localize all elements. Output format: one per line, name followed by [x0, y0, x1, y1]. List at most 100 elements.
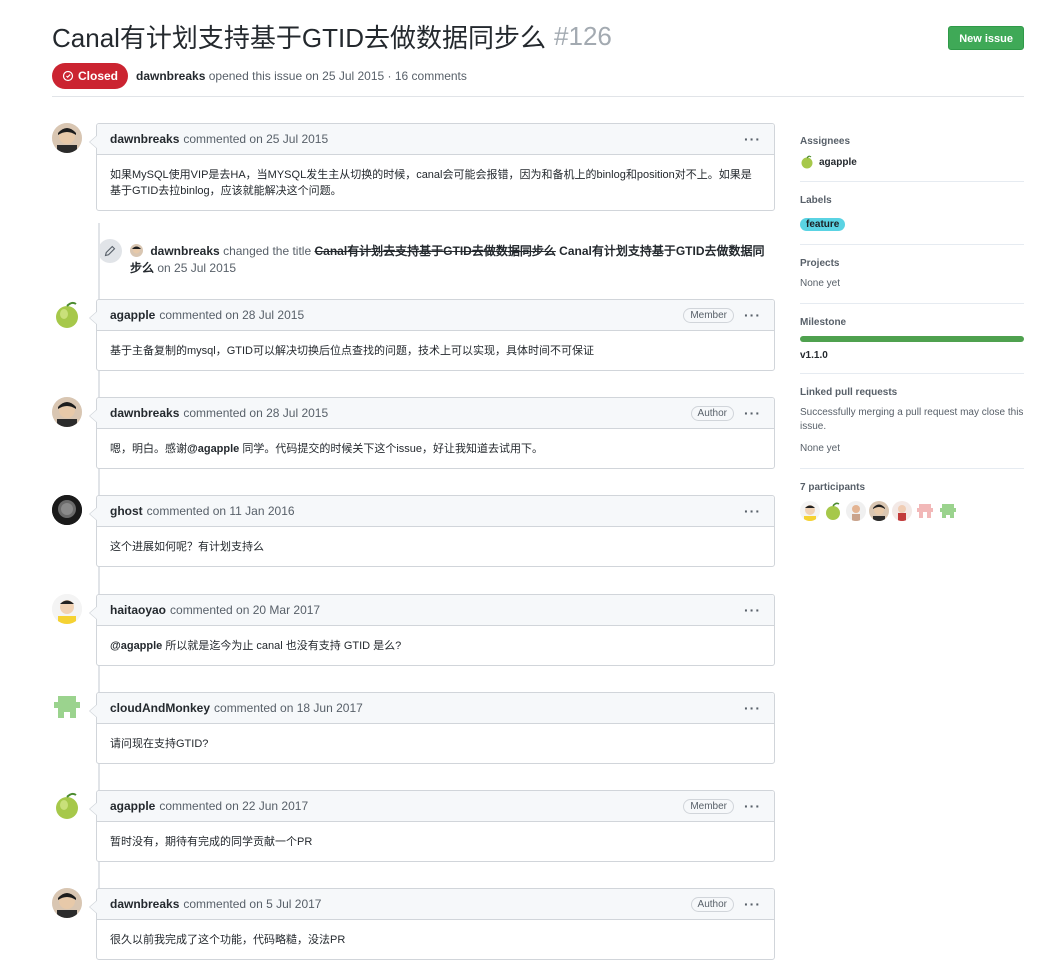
comment-header: dawnbreaks commented on 5 Jul 2017 Autho… [97, 889, 774, 920]
more-options-icon[interactable]: ··· [744, 131, 761, 147]
comment-header: dawnbreaks commented on 28 Jul 2015 Auth… [97, 398, 774, 429]
more-options-icon[interactable]: ··· [744, 896, 761, 912]
avatar[interactable] [892, 501, 912, 521]
avatar [800, 155, 814, 169]
comment-header: dawnbreaks commented on 25 Jul 2015 ··· [97, 124, 774, 155]
comment-text: 所以就是迄今为止 canal 也没有支持 GTID 是么? [162, 640, 402, 652]
avatar[interactable] [52, 594, 82, 624]
comment-timestamp[interactable]: commented on 18 Jun 2017 [214, 701, 363, 715]
projects-heading[interactable]: Projects [800, 258, 1024, 269]
avatar[interactable] [52, 397, 82, 427]
issue-closed-icon [62, 70, 74, 82]
more-options-icon[interactable]: ··· [744, 503, 761, 519]
comment-body: 基于主备复制的mysql，GTID可以解决切换后位点查找的问题，技术上可以实现，… [110, 345, 594, 357]
avatar[interactable] [800, 501, 820, 521]
more-options-icon[interactable]: ··· [744, 602, 761, 618]
comment-header: haitaoyao commented on 20 Mar 2017 ··· [97, 595, 774, 626]
avatar[interactable] [938, 501, 958, 521]
comment-author[interactable]: agapple [110, 308, 155, 322]
comment-box: cloudAndMonkey commented on 18 Jun 2017 … [89, 692, 775, 764]
avatar[interactable] [52, 123, 82, 153]
comment-body: 请问现在支持GTID? [110, 738, 209, 750]
comment-text: 嗯，明白。感谢 [110, 443, 187, 455]
event-actor[interactable]: dawnbreaks [150, 244, 219, 258]
participants-section: 7 participants [800, 469, 1024, 533]
projects-section: Projects None yet [800, 245, 1024, 304]
comment-author[interactable]: agapple [110, 799, 155, 813]
old-title: Canal有计划去支持基于GTID去做数据同步么 [314, 244, 556, 258]
issue-opener-link[interactable]: dawnbreaks [136, 69, 205, 83]
avatar[interactable] [52, 299, 82, 329]
comment-timestamp[interactable]: commented on 11 Jan 2016 [147, 504, 295, 518]
assignee[interactable]: agapple [800, 155, 1024, 169]
assignees-section: Assignees agapple [800, 123, 1024, 182]
issue-meta-text: opened this issue on 25 Jul 2015 · 16 co… [208, 69, 467, 83]
comment-body: 这个进展如何呢？有计划支持么 [110, 541, 264, 553]
user-mention-link[interactable]: @agapple [110, 640, 162, 652]
linked-prs-heading: Linked pull requests [800, 387, 898, 398]
comment-author[interactable]: ghost [110, 504, 143, 518]
comment-text: 同学。代码提交的时候关下这个issue，好让我知道去试用下。 [239, 443, 544, 455]
linked-prs-value: None yet [800, 443, 841, 454]
comment-body: 暂时没有，期待有完成的同学贡献一个PR [110, 836, 313, 848]
avatar[interactable] [130, 244, 143, 257]
comment-timestamp[interactable]: commented on 5 Jul 2017 [183, 897, 321, 911]
comment-body: @agapple 所以就是迄今为止 canal 也没有支持 GTID 是么? [97, 626, 774, 666]
comment-author[interactable]: dawnbreaks [110, 132, 179, 146]
avatar[interactable] [846, 501, 866, 521]
role-badge: Author [690, 405, 734, 421]
comment-header: agapple commented on 22 Jun 2017 Member … [97, 791, 774, 822]
header-divider [52, 96, 1024, 97]
more-options-icon[interactable]: ··· [744, 405, 761, 421]
avatar[interactable] [52, 888, 82, 918]
assignees-heading[interactable]: Assignees [800, 136, 1024, 147]
milestone-section: Milestone v1.1.0 [800, 304, 1024, 374]
avatar[interactable] [869, 501, 889, 521]
issue-title: Canal有计划支持基于GTID去做数据同步么 [52, 22, 547, 53]
comment-box: ghost commented on 11 Jan 2016 ··· 这个进展如… [89, 495, 775, 567]
issue-sidebar: Assignees agapple Labels feature Project… [800, 123, 1024, 533]
event-timestamp[interactable]: on 25 Jul 2015 [157, 261, 236, 275]
comment-header: ghost commented on 11 Jan 2016 ··· [97, 496, 774, 527]
comment-author[interactable]: dawnbreaks [110, 406, 179, 420]
milestone-heading[interactable]: Milestone [800, 317, 1024, 328]
event-verb: changed the title [223, 244, 312, 258]
comment-timestamp[interactable]: commented on 25 Jul 2015 [183, 132, 328, 146]
label-feature[interactable]: feature [800, 218, 846, 231]
comment-box: dawnbreaks commented on 25 Jul 2015 ··· … [89, 123, 775, 211]
more-options-icon[interactable]: ··· [744, 700, 761, 716]
role-badge: Member [683, 798, 734, 814]
comment-timestamp[interactable]: commented on 22 Jun 2017 [159, 799, 308, 813]
comment-author[interactable]: cloudAndMonkey [110, 701, 210, 715]
avatar[interactable] [52, 790, 82, 820]
milestone-progress-bar [800, 336, 1024, 342]
status-label: Closed [78, 69, 119, 83]
comment-timestamp[interactable]: commented on 28 Jul 2015 [183, 406, 328, 420]
user-mention-link[interactable]: @agapple [187, 443, 239, 455]
comment-timestamp[interactable]: commented on 28 Jul 2015 [159, 308, 304, 322]
status-badge: Closed [52, 63, 129, 89]
avatar[interactable] [915, 501, 935, 521]
comment-header: cloudAndMonkey commented on 18 Jun 2017 … [97, 693, 774, 724]
comment-author[interactable]: dawnbreaks [110, 897, 179, 911]
comment-timestamp[interactable]: commented on 20 Mar 2017 [170, 603, 320, 617]
issue-number: #126 [554, 20, 612, 51]
participants-heading: 7 participants [800, 482, 866, 493]
labels-heading[interactable]: Labels [800, 195, 1024, 206]
pencil-icon [98, 239, 122, 263]
milestone-name[interactable]: v1.1.0 [800, 350, 1024, 361]
new-issue-button[interactable]: New issue [948, 26, 1024, 50]
assignee-name[interactable]: agapple [819, 157, 857, 168]
comment-body: 如果MySQL使用VIP是去HA，当MYSQL发生主从切换的时候，canal会可… [110, 169, 752, 197]
labels-section: Labels feature [800, 182, 1024, 245]
more-options-icon[interactable]: ··· [744, 307, 761, 323]
more-options-icon[interactable]: ··· [744, 798, 761, 814]
linked-prs-desc: Successfully merging a pull request may … [800, 407, 1024, 432]
comment-header: agapple commented on 28 Jul 2015 Member … [97, 300, 774, 331]
linked-prs-section: Linked pull requests Successfully mergin… [800, 374, 1024, 469]
avatar[interactable] [52, 495, 82, 525]
comment-author[interactable]: haitaoyao [110, 603, 166, 617]
avatar[interactable] [52, 692, 82, 722]
issue-meta: dawnbreaks opened this issue on 25 Jul 2… [136, 69, 467, 83]
avatar[interactable] [823, 501, 843, 521]
